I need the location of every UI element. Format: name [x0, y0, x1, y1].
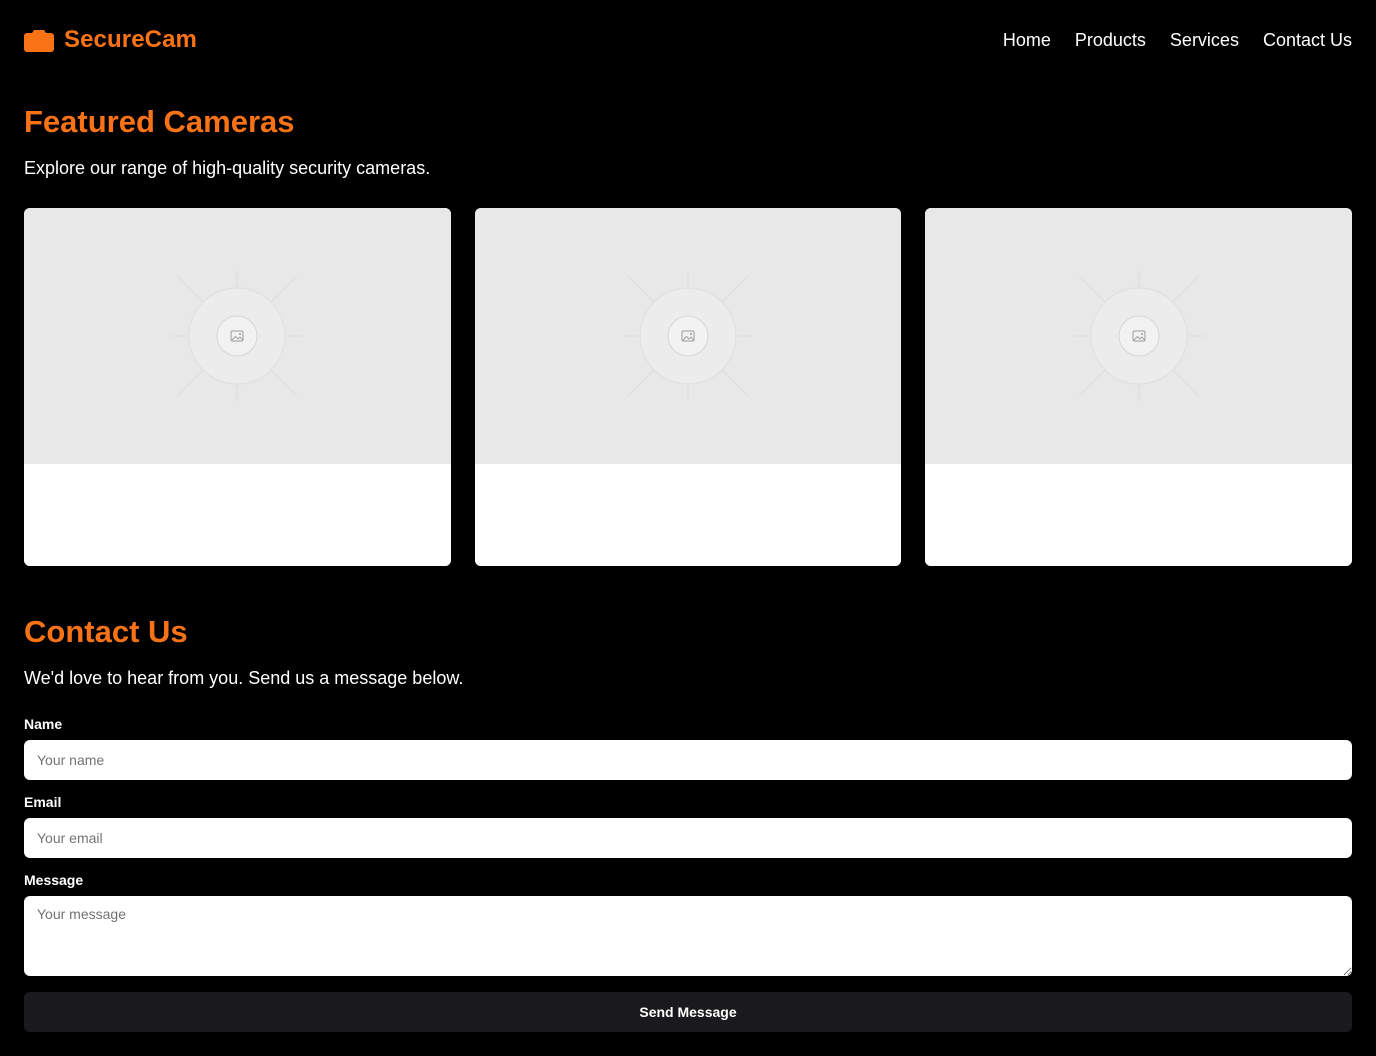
- camera-card[interactable]: [925, 208, 1353, 566]
- send-message-button[interactable]: Send Message: [24, 992, 1352, 1032]
- camera-card[interactable]: [24, 208, 451, 566]
- site-header: SecureCam Home Products Services Contact…: [24, 0, 1352, 80]
- image-placeholder-icon: [1073, 271, 1204, 401]
- brand[interactable]: SecureCam: [24, 26, 197, 54]
- email-label: Email: [24, 794, 62, 810]
- nav-item-services[interactable]: Services: [1170, 30, 1239, 51]
- card-body: [24, 464, 451, 566]
- nav-item-products[interactable]: Products: [1075, 30, 1146, 51]
- main-nav: Home Products Services Contact Us: [1003, 30, 1352, 51]
- card-image: [925, 208, 1353, 464]
- contact-title: Contact Us: [24, 614, 188, 649]
- camera-cards: [24, 208, 1353, 566]
- card-body: [925, 464, 1353, 566]
- card-image: [474, 208, 902, 464]
- name-label: Name: [24, 716, 63, 732]
- camera-card[interactable]: [474, 208, 902, 566]
- featured-subtitle: Explore our range of high-quality securi…: [24, 158, 431, 178]
- contact-form: Name Email Message Send Message: [24, 714, 1352, 1032]
- message-label: Message: [24, 872, 84, 888]
- page: SecureCam Home Products Services Contact…: [0, 0, 1376, 1056]
- camera-icon: [24, 30, 54, 52]
- contact-subtitle: We'd love to hear from you. Send us a me…: [24, 668, 464, 688]
- card-body: [474, 464, 902, 566]
- email-field[interactable]: [24, 818, 1352, 858]
- image-placeholder-icon: [172, 271, 303, 401]
- name-field[interactable]: [24, 740, 1352, 780]
- message-field[interactable]: [24, 896, 1352, 976]
- nav-item-contact-us[interactable]: Contact Us: [1263, 30, 1352, 51]
- featured-title: Featured Cameras: [24, 104, 295, 139]
- brand-name: SecureCam: [64, 26, 197, 53]
- card-image: [24, 208, 451, 464]
- image-placeholder-icon: [623, 271, 753, 401]
- nav-item-home[interactable]: Home: [1003, 30, 1051, 51]
